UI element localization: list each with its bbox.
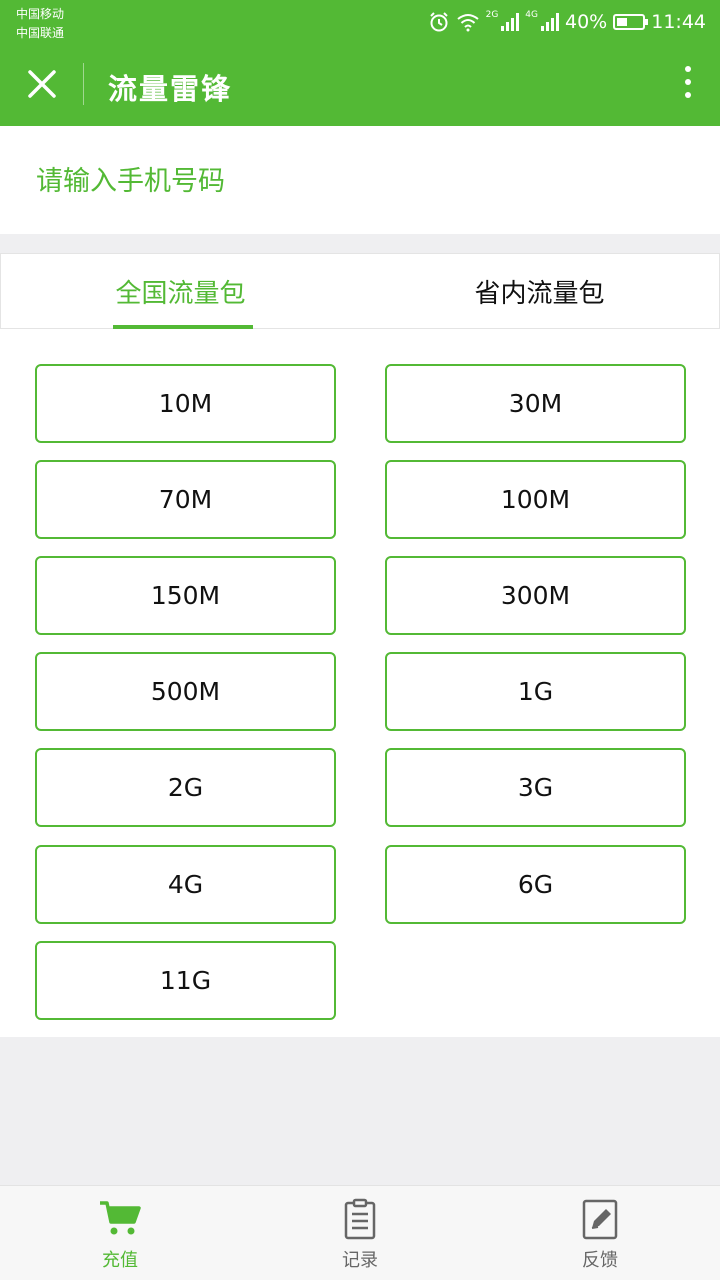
carrier-1: 中国移动 [16,7,65,21]
package-option[interactable]: 70M [35,460,336,539]
package-option[interactable]: 4G [35,845,336,924]
tab-provincial-label: 省内流量包 [474,278,605,309]
nav-feedback-label: 反馈 [582,1250,618,1271]
package-option[interactable]: 150M [35,556,336,635]
tab-national-label: 全国流量包 [115,278,246,309]
network-type-2: 4G [525,10,538,20]
more-vertical-icon [682,66,694,98]
tab-provincial[interactable]: 省内流量包 [360,254,719,328]
wifi-icon [456,14,479,32]
package-option[interactable]: 300M [385,556,686,635]
close-button[interactable] [22,64,62,104]
signal-icon-2 [541,13,559,31]
package-option[interactable]: 30M [385,364,686,443]
package-option[interactable]: 100M [385,460,686,539]
nav-records[interactable]: 记录 [240,1186,480,1280]
app-header: 中国移动 中国联通 2G 4G 40% 11:44 流量雷锋 [0,0,720,126]
phone-input-section [0,126,720,234]
nav-recharge[interactable]: 充值 [0,1186,240,1280]
status-carriers: 中国移动 中国联通 [16,5,64,43]
clipboard-icon [344,1198,376,1240]
package-option[interactable]: 3G [385,748,686,827]
bottom-nav: 充值 记录 反馈 [0,1185,720,1280]
package-option[interactable]: 2G [35,748,336,827]
edit-icon [582,1199,618,1240]
package-option[interactable]: 11G [35,941,336,1020]
network-type-1: 2G [485,10,499,20]
header-divider [83,63,84,105]
nav-records-label: 记录 [342,1250,378,1271]
nav-recharge-label: 充值 [102,1250,138,1271]
tab-national[interactable]: 全国流量包 [1,254,360,329]
package-grid: 10M 30M 70M 100M 150M 300M 500M 1G 2G 3G… [0,329,720,1037]
status-indicators: 2G 4G 40% 11:44 [428,8,706,36]
phone-number-input[interactable] [36,156,676,206]
package-option[interactable]: 500M [35,652,336,731]
clock: 11:44 [651,11,706,33]
package-option[interactable]: 1G [385,652,686,731]
package-option[interactable]: 6G [385,845,686,924]
cart-icon [100,1201,141,1235]
more-menu-button[interactable] [682,66,694,104]
package-tabs: 全国流量包 省内流量包 [0,253,720,329]
carrier-2: 中国联通 [16,26,65,40]
close-icon [28,70,56,98]
page-title: 流量雷锋 [108,72,233,106]
alarm-icon [429,12,448,32]
battery-percent: 40% [565,11,608,33]
signal-icon-1 [501,13,520,31]
battery-icon [613,14,649,30]
nav-feedback[interactable]: 反馈 [480,1186,720,1280]
package-option[interactable]: 10M [35,364,336,443]
